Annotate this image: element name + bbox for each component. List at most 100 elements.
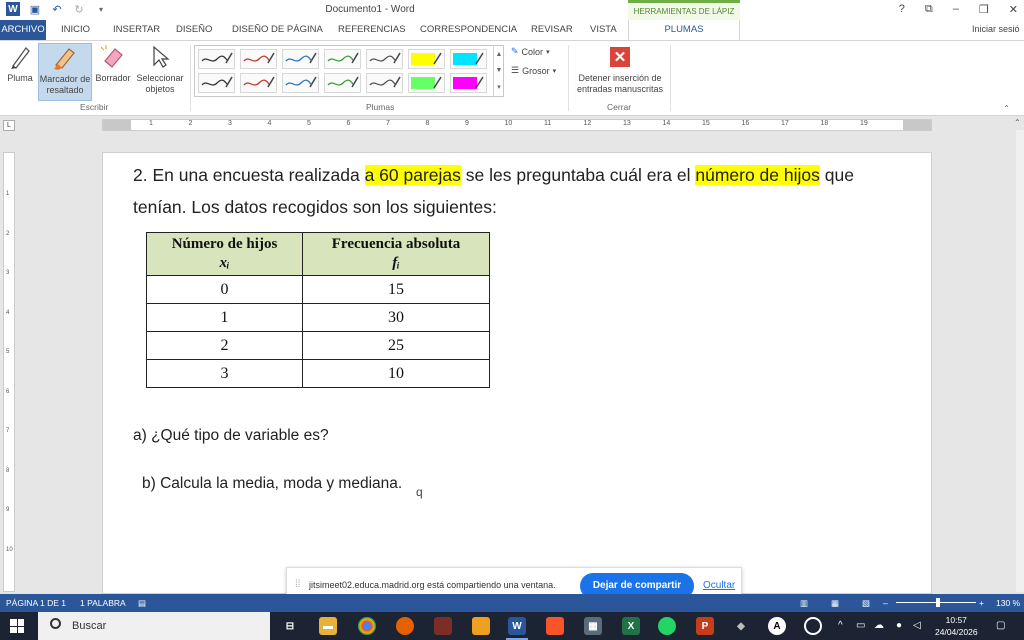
windows-start-icon[interactable]: [10, 619, 24, 633]
proofing-icon[interactable]: ▤: [138, 598, 146, 609]
stray-character: q: [416, 485, 423, 499]
pen-button[interactable]: Pluma: [4, 43, 36, 84]
app-icon[interactable]: [472, 617, 490, 635]
hide-link[interactable]: Ocultar: [703, 580, 735, 591]
tab-plumas[interactable]: PLUMAS: [628, 20, 740, 41]
ruler-tick-label: 5: [6, 349, 10, 355]
pen-swatch[interactable]: [240, 49, 277, 69]
pen-swatch[interactable]: [282, 73, 319, 93]
firefox-icon[interactable]: [396, 617, 414, 635]
scroll-up-icon[interactable]: ▲: [496, 51, 503, 58]
pen-swatch[interactable]: [324, 49, 361, 69]
ribbon: Pluma Marcador de resaltado Borrador Sel…: [0, 40, 1024, 116]
app-icon[interactable]: [804, 617, 822, 635]
tab-diseno[interactable]: DISEÑO: [176, 24, 212, 35]
notifications-icon[interactable]: ▢: [996, 620, 1005, 631]
tab-revisar[interactable]: REVISAR: [531, 24, 573, 35]
tab-diseno-pagina[interactable]: DISEÑO DE PÁGINA: [232, 24, 323, 35]
cursor-icon: [147, 43, 173, 71]
horizontal-ruler[interactable]: 1 2 3 4 5 6 7 8 9 10 11 12 13 14 15 16 17 18 19: [102, 119, 932, 131]
taskbar-search[interactable]: Buscar: [38, 612, 270, 640]
table-header-x: Número de hijos xᵢ: [146, 232, 303, 276]
pen-swatch[interactable]: [240, 73, 277, 93]
zoom-level[interactable]: 130 %: [996, 598, 1020, 608]
ribbon-options-icon[interactable]: ⧉: [925, 3, 933, 16]
pen-swatch[interactable]: [324, 73, 361, 93]
system-clock[interactable]: 10:57 24/04/2026: [935, 614, 978, 638]
minimize-icon[interactable]: –: [953, 3, 959, 16]
tab-vista[interactable]: VISTA: [590, 24, 617, 35]
zoom-slider-thumb[interactable]: [936, 598, 940, 607]
read-mode-icon[interactable]: ▥: [800, 598, 808, 609]
tab-referencias[interactable]: REFERENCIAS: [338, 24, 406, 35]
whatsapp-icon[interactable]: [658, 617, 676, 635]
app-icon[interactable]: [434, 617, 452, 635]
thickness-button[interactable]: ☰ Grosor ▾: [511, 65, 556, 76]
microphone-icon[interactable]: ●: [896, 620, 902, 631]
select-objects-button[interactable]: Seleccionar objetos: [134, 43, 186, 95]
ruler-tick-label: 18: [820, 120, 829, 127]
ruler-tick-label: 3: [6, 270, 10, 276]
group-label-plumas: Plumas: [366, 102, 395, 112]
calculator-icon[interactable]: ▦: [584, 617, 602, 635]
task-view-icon[interactable]: ⊟: [281, 617, 299, 635]
eraser-button[interactable]: Borrador: [93, 43, 133, 84]
page-count[interactable]: PÁGINA 1 DE 1: [6, 598, 66, 608]
pen-swatch[interactable]: [366, 73, 403, 93]
onedrive-icon[interactable]: ☁: [874, 620, 884, 631]
drag-handle-icon[interactable]: ⁞⁞: [295, 579, 301, 590]
pen-gallery-scroll[interactable]: ▲ ▼ ▾: [493, 46, 504, 96]
pen-swatch[interactable]: [408, 73, 445, 93]
file-explorer-icon[interactable]: ▬: [319, 617, 337, 635]
tab-insertar[interactable]: INSERTAR: [113, 24, 160, 35]
close-icon[interactable]: ✕: [1009, 3, 1018, 16]
excel-icon[interactable]: X: [622, 617, 640, 635]
tab-correspondencia[interactable]: CORRESPONDENCIA: [420, 24, 517, 35]
web-layout-icon[interactable]: ▧: [862, 598, 870, 609]
pen-swatch[interactable]: [366, 49, 403, 69]
zoom-out-icon[interactable]: –: [883, 598, 888, 608]
pen-swatch[interactable]: [450, 73, 487, 93]
stop-inking-button[interactable]: ✕ Detener inserción de entradas manuscri…: [572, 43, 668, 95]
zoom-in-icon[interactable]: +: [979, 598, 984, 608]
ruler-toggle-icon[interactable]: ⌃: [1014, 118, 1021, 127]
ruler-left-margin: [103, 120, 131, 130]
ruler-tick-label: 4: [6, 309, 10, 316]
ruler-tick-label: 1: [6, 191, 10, 197]
vertical-ruler[interactable]: 1 2 3 4 5 6 7 8 9 10: [3, 152, 15, 592]
tab-selector-icon[interactable]: L: [3, 120, 15, 131]
highlighter-button[interactable]: Marcador de resaltado: [38, 43, 92, 101]
pen-swatch[interactable]: [408, 49, 445, 69]
chrome-icon[interactable]: [358, 617, 376, 635]
powerpoint-icon[interactable]: P: [696, 617, 714, 635]
pen-swatch[interactable]: [198, 49, 235, 69]
tab-inicio[interactable]: INICIO: [61, 24, 90, 35]
color-button[interactable]: ✎ Color ▾: [511, 46, 550, 57]
app-icon[interactable]: A: [768, 617, 786, 635]
restore-icon[interactable]: ❐: [979, 3, 989, 16]
help-icon[interactable]: ?: [899, 3, 905, 16]
collapse-ribbon-icon[interactable]: ⌃: [1003, 104, 1010, 113]
print-layout-icon[interactable]: ▦: [831, 598, 839, 609]
tray-chevron-icon[interactable]: ^: [838, 620, 843, 631]
gallery-expand-icon[interactable]: ▾: [497, 83, 501, 91]
ruler-tick-label: 1: [149, 120, 153, 127]
network-icon[interactable]: ▭: [856, 620, 865, 631]
pen-swatch[interactable]: [282, 49, 319, 69]
sign-in-link[interactable]: Iniciar sesió: [972, 24, 1024, 34]
ruler-tick-label: 19: [860, 120, 868, 127]
word-count[interactable]: 1 PALABRA: [80, 598, 126, 608]
document-page[interactable]: 2. En una encuesta realizada a 60 pareja…: [102, 152, 932, 594]
scroll-down-icon[interactable]: ▼: [496, 67, 503, 74]
chevron-down-icon: ▾: [546, 48, 550, 56]
brave-icon[interactable]: [546, 617, 564, 635]
ruler-tick-label: 5: [307, 120, 311, 127]
pen-swatch[interactable]: [450, 49, 487, 69]
volume-icon[interactable]: ◁: [913, 620, 921, 631]
word-taskbar-icon[interactable]: W: [508, 617, 526, 635]
ruler-tick-label: 6: [6, 388, 10, 395]
app-icon[interactable]: ◆: [732, 617, 750, 635]
tab-archivo[interactable]: ARCHIVO: [0, 20, 46, 40]
vertical-scrollbar[interactable]: [1016, 130, 1024, 592]
pen-swatch[interactable]: [198, 73, 235, 93]
